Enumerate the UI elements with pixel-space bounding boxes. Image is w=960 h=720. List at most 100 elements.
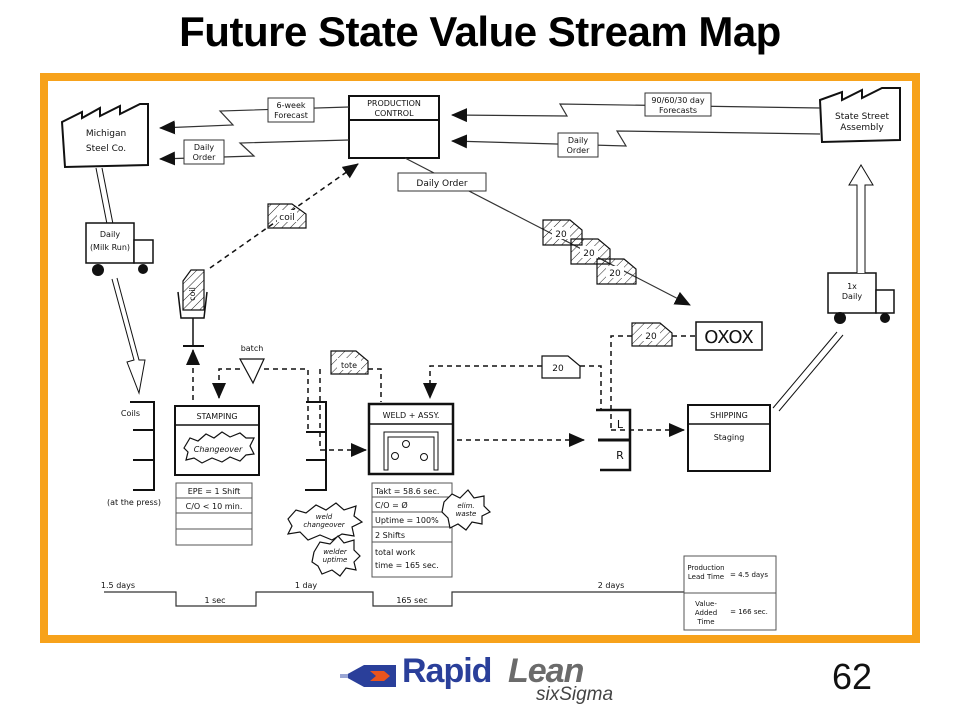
customer-factory: State Street Assembly: [818, 87, 901, 144]
dashed-flow: [368, 368, 382, 402]
dashed-flow: [423, 365, 542, 399]
kaizen-elim-line1: elim.: [457, 502, 474, 510]
va-label-line2: Added: [695, 609, 717, 617]
lead-time-label-line1: Production: [687, 564, 724, 572]
info-flow-daily-order-from-customer: Daily Order: [451, 130, 821, 158]
outbound-truck-line1: 1x: [847, 282, 857, 291]
stamping-title: STAMPING: [196, 412, 237, 421]
lead-time-value: = 4.5 days: [730, 571, 768, 579]
customer-name-line2: Assembly: [840, 123, 884, 133]
outbound-truck: 1x Daily: [827, 272, 895, 324]
load-leveling-box: OXOX: [695, 321, 763, 351]
stamping-changeover: C/O < 10 min.: [186, 502, 243, 511]
supplier-name-line1: Michigan: [86, 129, 126, 139]
forecast-label-line1: 6-week: [277, 101, 306, 110]
timeline-ladder: 1.5 days 1 sec 1 day 165 sec 2 days: [101, 581, 684, 607]
supplier-factory: Michigan Steel Co.: [60, 103, 149, 169]
kaizen-elim-line2: waste: [456, 510, 477, 518]
diagram-canvas: Michigan Steel Co. State Street Assembly…: [48, 81, 912, 635]
shipment-arrow-to-customer: [848, 164, 874, 273]
kaizen-burst-welder-uptime: welder uptime: [311, 535, 361, 577]
load-leveling-label: OXOX: [704, 327, 754, 348]
page-number: 62: [832, 656, 873, 697]
dashed-flow: [264, 368, 309, 430]
batch-label: batch: [241, 344, 264, 353]
coils-label: Coils: [121, 409, 140, 418]
weld-work-time-line1: total work: [375, 548, 416, 557]
lead-time-label-line2: Lead Time: [688, 573, 724, 581]
supermarket-r-label: R: [616, 449, 624, 462]
va-label-line3: Time: [696, 618, 714, 626]
daily-order-customer-line2: Order: [567, 146, 590, 155]
coil-signal-label: coil: [279, 213, 294, 223]
kanban-card: 20: [596, 258, 637, 285]
production-control-box: PRODUCTION CONTROL: [348, 95, 440, 159]
shipment-arrow-to-truck: [772, 331, 844, 412]
forecasts-label-line1: 90/60/30 day: [651, 96, 704, 105]
daily-order-pc-label: Daily Order: [416, 179, 468, 189]
kanban-batch-stack: 20 20 20: [542, 219, 637, 285]
info-flow-daily-order-to-supplier: Daily Order: [159, 139, 350, 166]
value-stream-map: Michigan Steel Co. State Street Assembly…: [60, 87, 901, 631]
shipping-title: SHIPPING: [710, 411, 748, 420]
kanban-stack-qty: 20: [583, 249, 595, 259]
shipment-arrow-to-coils: [111, 277, 146, 395]
timeline-wait-2: 1 day: [295, 581, 318, 590]
kanban-stack-qty: 20: [609, 269, 621, 279]
weld-data-box: Takt = 58.6 sec. C/O = Ø Uptime = 100% 2…: [371, 482, 453, 578]
company-logo: Rapid Lean sixSigma: [340, 652, 630, 708]
inbound-truck-line2: (Milk Run): [90, 243, 130, 252]
forecasts-label-line2: Forecasts: [659, 106, 697, 115]
weld-work-time-line2: time = 165 sec.: [375, 561, 439, 570]
weld-shifts: 2 Shifts: [375, 531, 405, 540]
kaizen-weld-line1: weld: [316, 513, 333, 521]
daily-order-supplier-line1: Daily: [194, 143, 215, 152]
tote-label: tote: [341, 361, 357, 370]
logo-sixsigma: sixSigma: [536, 684, 614, 705]
pc-label-line2: CONTROL: [374, 109, 414, 118]
supermarket-lr: L R: [596, 408, 632, 472]
process-stamping: STAMPING Changeover: [174, 405, 260, 476]
process-weld-assembly: WELD + ASSY.: [367, 402, 455, 476]
info-flow-forecasts-from-customer: 90/60/30 day Forecasts: [451, 92, 821, 123]
process-shipping: SHIPPING Staging: [687, 404, 771, 472]
pc-label-line1: PRODUCTION: [367, 99, 421, 108]
va-label-line1: Value-: [695, 600, 717, 608]
kaizen-welder-line1: welder: [323, 548, 348, 556]
supplier-shipment-line: [95, 167, 114, 225]
signal-kanban-coil: coil: [267, 203, 307, 229]
info-flow-forecast-to-supplier: 6-week Forecast: [159, 97, 350, 135]
batch-triangle: batch: [238, 344, 265, 385]
forecast-label-line2: Forecast: [274, 111, 308, 120]
logo-rapid: Rapid: [402, 652, 492, 690]
withdrawal-kanban-qty: 20: [552, 364, 564, 374]
production-kanban: 20: [631, 322, 673, 347]
daily-order-customer-line1: Daily: [568, 136, 589, 145]
timeline-wait-3: 2 days: [598, 581, 625, 590]
timeline-wait-1: 1.5 days: [101, 581, 135, 590]
withdrawal-kanban: 20: [541, 355, 581, 379]
kaizen-burst-eliminate-waste: elim. waste: [441, 489, 492, 531]
summary-box: Production Lead Time = 4.5 days Value- A…: [683, 555, 777, 631]
kaizen-changeover-label: Changeover: [194, 445, 243, 454]
slide-title: Future State Value Stream Map: [179, 8, 781, 55]
inbound-truck-line1: Daily: [100, 230, 121, 239]
weld-uptime: Uptime = 100%: [375, 516, 439, 525]
timeline-process-1: 1 sec: [204, 596, 225, 605]
va-value: = 166 sec.: [730, 608, 768, 616]
weld-changeover: C/O = Ø: [375, 500, 408, 510]
weld-takt: Takt = 58.6 sec.: [374, 487, 439, 496]
coils-note: (at the press): [107, 498, 161, 507]
stamping-epe: EPE = 1 Shift: [188, 487, 241, 496]
inbound-truck: Daily (Milk Run): [85, 222, 154, 276]
dashed-flow: [212, 368, 240, 399]
customer-name-line1: State Street: [835, 112, 890, 122]
kanban-stack-qty: 20: [555, 230, 567, 240]
logo-arrow-icon: [340, 665, 396, 687]
weld-title: WELD + ASSY.: [383, 411, 440, 420]
kanban-post: coil: [177, 269, 208, 347]
timeline-process-2: 165 sec: [396, 596, 427, 605]
shipping-sub: Staging: [714, 433, 745, 442]
outbound-truck-line2: Daily: [842, 292, 863, 301]
kaizen-welder-line2: uptime: [323, 556, 348, 564]
